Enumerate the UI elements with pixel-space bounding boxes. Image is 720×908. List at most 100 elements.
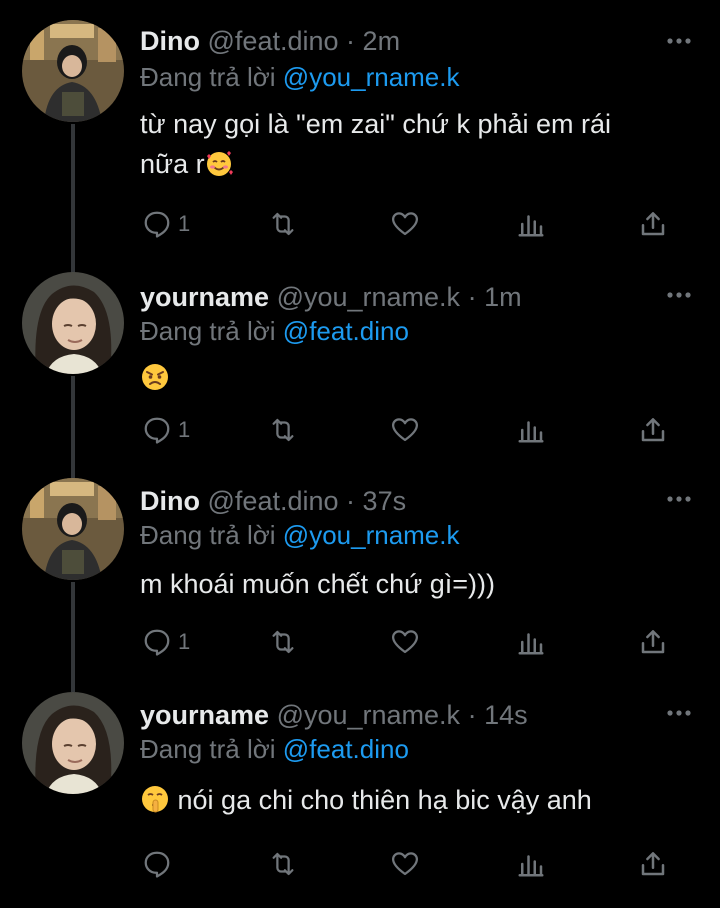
tweet-text-line: từ nay gọi là "em zai" chứ k phải em rái xyxy=(140,109,612,139)
share-icon xyxy=(641,852,665,876)
mention-link[interactable]: @you_rname.k xyxy=(283,62,460,92)
user-handle[interactable]: @you_rname.k xyxy=(277,282,461,312)
tweet-text-line: m khoái muốn chết chứ gì=))) xyxy=(140,569,495,599)
display-name[interactable]: yourname xyxy=(140,282,269,312)
analytics-icon xyxy=(518,633,544,655)
share-button[interactable] xyxy=(638,844,668,884)
tweet-text: nói ga chi cho thiên hạ bic vậy anh xyxy=(140,780,680,825)
like-button[interactable] xyxy=(390,622,420,662)
like-button[interactable] xyxy=(390,204,420,244)
replying-to-label: Đang trả lời xyxy=(140,520,276,550)
reply-icon xyxy=(144,417,170,444)
tweet-actions: 1 xyxy=(140,204,680,244)
display-name[interactable]: yourname xyxy=(140,700,269,730)
avatar-yourname[interactable] xyxy=(22,272,124,374)
tweet-actions: 1 xyxy=(140,410,680,450)
retweet-button[interactable] xyxy=(268,622,298,662)
reply-count: 1 xyxy=(178,417,191,442)
avatar-yourname[interactable] xyxy=(22,692,124,794)
user-handle[interactable]: @feat.dino xyxy=(208,26,339,56)
analytics-icon xyxy=(518,855,544,877)
analytics-icon xyxy=(518,421,544,443)
tweet-actions xyxy=(140,844,680,884)
replying-to-label: Đang trả lời xyxy=(140,316,276,346)
timestamp[interactable]: 1m xyxy=(484,282,522,312)
tweet-header: Dino @feat.dino · 37s xyxy=(140,484,406,518)
retweet-icon xyxy=(272,212,294,236)
views-button[interactable] xyxy=(516,622,546,662)
like-button[interactable] xyxy=(390,844,420,884)
share-icon xyxy=(641,212,665,236)
timestamp[interactable]: 14s xyxy=(484,700,528,730)
replying-to-label: Đang trả lời xyxy=(140,62,276,92)
mention-link[interactable]: @you_rname.k xyxy=(283,520,460,550)
user-handle[interactable]: @feat.dino xyxy=(208,486,339,516)
replying-to: Đang trả lời @feat.dino xyxy=(140,732,409,766)
user-handle[interactable]: @you_rname.k xyxy=(277,700,461,730)
views-button[interactable] xyxy=(516,204,546,244)
reply-button[interactable]: 1 xyxy=(142,622,190,662)
tweet-text-line-2: nữa r xyxy=(140,144,680,189)
analytics-icon xyxy=(518,215,544,237)
tweet-header: Dino @feat.dino · 2m xyxy=(140,24,400,58)
tweet-text: m khoái muốn chết chứ gì=))) xyxy=(140,564,680,604)
retweet-button[interactable] xyxy=(268,844,298,884)
replying-to: Đang trả lời @you_rname.k xyxy=(140,518,460,552)
like-button[interactable] xyxy=(390,410,420,450)
avatar-dino[interactable] xyxy=(22,478,124,580)
retweet-button[interactable] xyxy=(268,410,298,450)
tweet-text-line: nữa r xyxy=(140,149,205,179)
tweet-text xyxy=(140,358,680,403)
mention-link[interactable]: @feat.dino xyxy=(283,316,409,346)
separator: · xyxy=(346,486,356,516)
more-options-icon[interactable] xyxy=(666,28,692,54)
more-options-icon[interactable] xyxy=(666,700,692,726)
tweet-text: từ nay gọi là "em zai" chứ k phải em rái… xyxy=(140,104,680,189)
display-name[interactable]: Dino xyxy=(140,486,200,516)
tweet-4[interactable]: yourname @you_rname.k · 14s Đang trả lời… xyxy=(0,680,720,908)
avatar-dino[interactable] xyxy=(22,20,124,122)
tweet-header: yourname @you_rname.k · 1m xyxy=(140,280,522,314)
reply-button[interactable]: 1 xyxy=(142,410,190,450)
mention-link[interactable]: @feat.dino xyxy=(283,734,409,764)
tweet-3[interactable]: Dino @feat.dino · 37s Đang trả lời @you_… xyxy=(0,470,720,692)
heart-icon xyxy=(392,418,418,442)
reply-button[interactable] xyxy=(142,844,178,884)
reply-icon xyxy=(144,851,170,878)
shushing-face-icon xyxy=(140,784,170,825)
tweet-1[interactable]: Dino @feat.dino · 2m Đang trả lời @you_r… xyxy=(0,0,720,274)
views-button[interactable] xyxy=(516,410,546,450)
more-options-icon[interactable] xyxy=(666,486,692,512)
timestamp[interactable]: 37s xyxy=(363,486,407,516)
share-button[interactable] xyxy=(638,410,668,450)
heart-icon xyxy=(392,212,418,236)
tweet-2[interactable]: yourname @you_rname.k · 1m Đang trả lời … xyxy=(0,262,720,482)
share-button[interactable] xyxy=(638,204,668,244)
share-icon xyxy=(641,630,665,654)
tweet-header: yourname @you_rname.k · 14s xyxy=(140,698,528,732)
tweet-text-line: nói ga chi cho thiên hạ bic vậy anh xyxy=(177,785,592,815)
replying-to-label: Đang trả lời xyxy=(140,734,276,764)
thread-connector xyxy=(71,582,75,692)
retweet-icon xyxy=(272,630,294,654)
tweet-actions: 1 xyxy=(140,622,680,662)
share-icon xyxy=(641,418,665,442)
more-options-icon[interactable] xyxy=(666,282,692,308)
retweet-button[interactable] xyxy=(268,204,298,244)
heart-icon xyxy=(392,630,418,654)
retweet-icon xyxy=(272,418,294,442)
share-button[interactable] xyxy=(638,622,668,662)
replying-to: Đang trả lời @you_rname.k xyxy=(140,60,460,94)
thread-connector xyxy=(71,124,75,274)
display-name[interactable]: Dino xyxy=(140,26,200,56)
angry-face-icon xyxy=(140,362,170,403)
reply-button[interactable]: 1 xyxy=(142,204,190,244)
timestamp[interactable]: 2m xyxy=(363,26,401,56)
views-button[interactable] xyxy=(516,844,546,884)
heart-icon xyxy=(392,852,418,876)
smiling-face-with-hearts-icon xyxy=(205,149,233,189)
thread-connector xyxy=(71,376,75,482)
reply-thread: Dino @feat.dino · 2m Đang trả lời @you_r… xyxy=(0,0,720,908)
retweet-icon xyxy=(272,852,294,876)
reply-count: 1 xyxy=(178,211,191,236)
